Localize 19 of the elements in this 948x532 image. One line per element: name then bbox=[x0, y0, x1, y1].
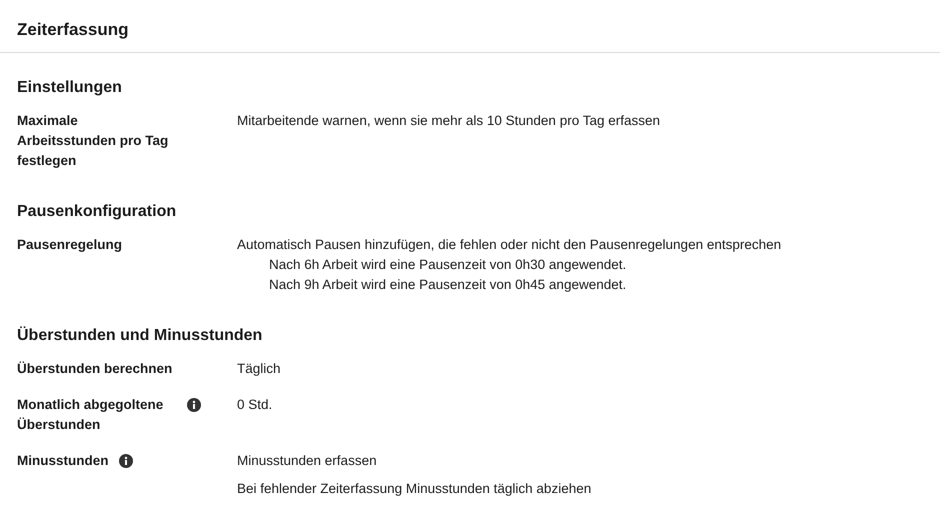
setting-label: Überstunden berechnen bbox=[17, 360, 172, 378]
section-heading: Pausenkonfiguration bbox=[17, 202, 178, 222]
setting-value: Bei fehlender Zeiterfassung Minusstunden täglich abziehen bbox=[237, 480, 592, 498]
setting-value: Automatisch Pausen hinzufügen, die fehlen oder nicht den Pausenregelungen entsprechen bbox=[237, 236, 782, 254]
section-heading: Einstellungen bbox=[17, 78, 123, 98]
setting-detail: Nach 6h Arbeit wird eine Pausenzeit von 0h30 angewendet. bbox=[268, 256, 628, 274]
setting-detail: Nach 9h Arbeit wird eine Pausenzeit von 0h45 angewendet. bbox=[268, 276, 628, 294]
setting-value: 0 Std. bbox=[237, 396, 272, 414]
setting-value: Täglich bbox=[237, 360, 281, 378]
info-icon[interactable] bbox=[118, 454, 132, 468]
setting-value: Mitarbeitende warnen, wenn sie mehr als 10 Stunden pro Tag erfassen bbox=[237, 112, 660, 130]
page-title: Zeiterfassung bbox=[17, 19, 130, 41]
setting-label: Monatlich abgegoltene Überstunden bbox=[17, 396, 164, 434]
info-icon[interactable] bbox=[187, 398, 201, 412]
setting-label: Maximale Arbeitsstunden pro Tag festlegen bbox=[17, 112, 170, 170]
section-heading: Überstunden und Minusstunden bbox=[17, 325, 264, 346]
setting-label: Minusstunden bbox=[17, 452, 108, 470]
setting-value: Minusstunden erfassen bbox=[237, 452, 378, 470]
setting-label: Pausenregelung bbox=[17, 236, 122, 254]
